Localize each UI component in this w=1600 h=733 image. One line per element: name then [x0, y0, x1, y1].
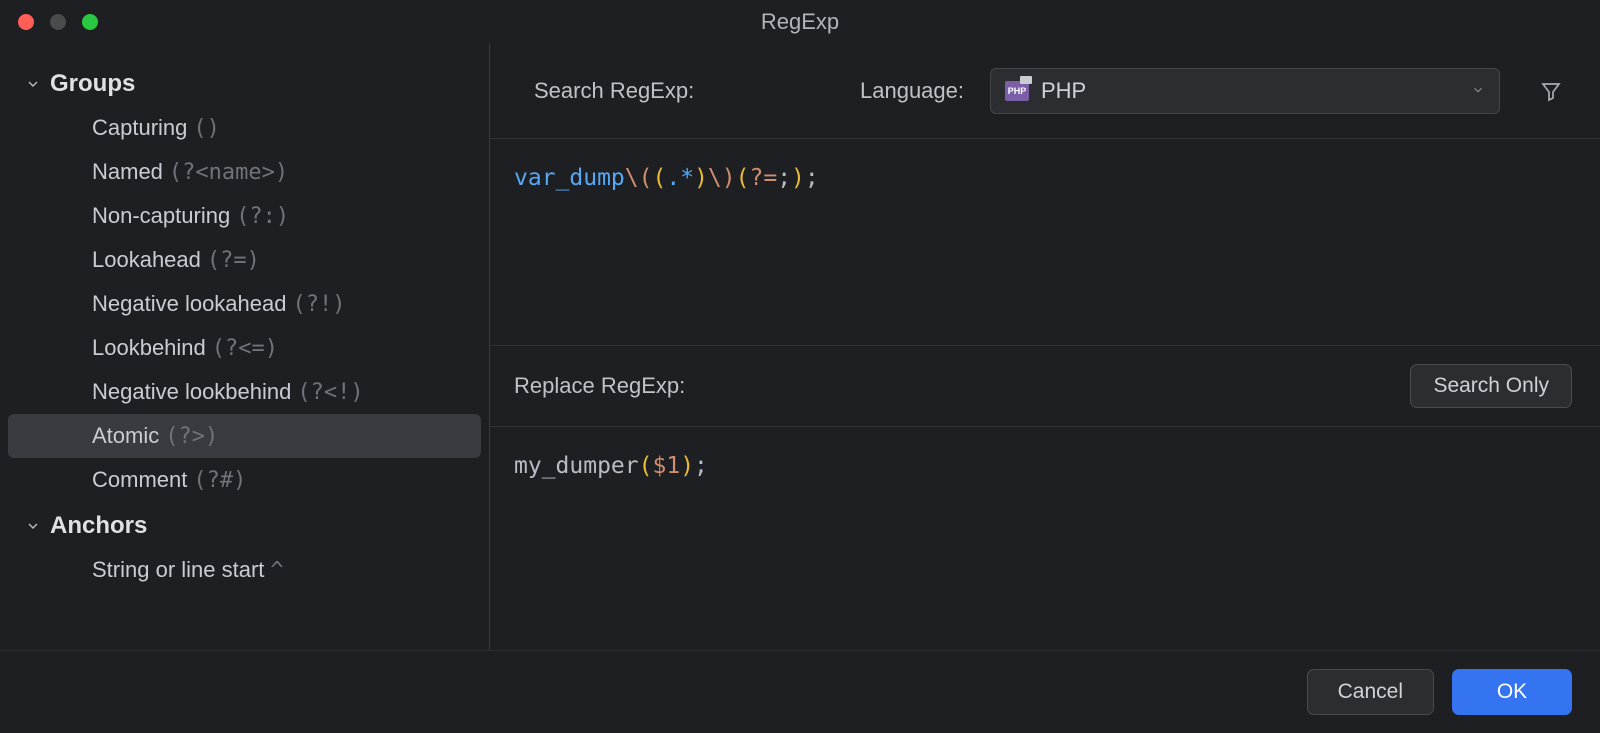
regexp-categories-sidebar[interactable]: GroupsCapturing()Named(?<name>)Non-captu…	[0, 44, 490, 650]
minimize-window-button[interactable]	[50, 14, 66, 30]
tree-item-syntax: (?=)	[207, 248, 260, 273]
chevron-down-icon	[24, 75, 42, 93]
tree-item[interactable]: Lookbehind(?<=)	[8, 326, 481, 370]
filter-button[interactable]	[1530, 70, 1572, 112]
tree-item-syntax: (?<=)	[212, 336, 278, 361]
tree-item[interactable]: String or line start^	[8, 548, 481, 592]
tree-item[interactable]: Comment(?#)	[8, 458, 481, 502]
tree-item-label: Non-capturing	[92, 203, 230, 228]
replace-regexp-label: Replace RegExp:	[514, 373, 685, 399]
tree-item[interactable]: Negative lookbehind(?<!)	[8, 370, 481, 414]
tree-item[interactable]: Atomic(?>)	[8, 414, 481, 458]
tree-group-header[interactable]: Anchors	[8, 504, 481, 548]
search-regexp-input[interactable]: var_dump\((.*)\)(?=;);	[490, 139, 1600, 345]
tree-item-label: Negative lookahead	[92, 291, 286, 316]
dialog-footer: Cancel OK	[0, 650, 1600, 733]
window-title: RegExp	[761, 9, 839, 35]
tree-item-label: Lookbehind	[92, 335, 206, 360]
tree-group-header[interactable]: Groups	[8, 62, 481, 106]
tree-item[interactable]: Lookahead(?=)	[8, 238, 481, 282]
chevron-down-icon	[24, 517, 42, 535]
close-window-button[interactable]	[18, 14, 34, 30]
php-icon: PHP	[1005, 81, 1029, 101]
tree-item-label: Lookahead	[92, 247, 201, 272]
language-value: PHP	[1041, 78, 1471, 104]
language-label: Language:	[860, 78, 964, 104]
tree-item-label: Comment	[92, 467, 187, 492]
replace-toolbar: Replace RegExp: Search Only	[490, 346, 1600, 426]
replace-regexp-input[interactable]: my_dumper($1);	[490, 427, 1600, 650]
tree-group-label: Groups	[50, 70, 135, 98]
main-panel: Search RegExp: Language: PHP PHP var_dum…	[490, 44, 1600, 650]
tree-item-syntax: (?#)	[193, 468, 246, 493]
chevron-down-icon	[1471, 80, 1485, 103]
tree-item-label: Named	[92, 159, 163, 184]
language-select[interactable]: PHP PHP	[990, 68, 1500, 114]
tree-item-label: Atomic	[92, 423, 159, 448]
dialog-content: GroupsCapturing()Named(?<name>)Non-captu…	[0, 44, 1600, 650]
tree-item-syntax: (?!)	[292, 292, 345, 317]
window-controls	[18, 14, 98, 30]
zoom-window-button[interactable]	[82, 14, 98, 30]
search-toolbar: Search RegExp: Language: PHP PHP	[490, 44, 1600, 138]
tree-item[interactable]: Non-capturing(?:)	[8, 194, 481, 238]
tree-item[interactable]: Negative lookahead(?!)	[8, 282, 481, 326]
tree-group-label: Anchors	[50, 512, 147, 540]
tree-item-label: String or line start	[92, 557, 264, 582]
tree-item-syntax: (?:)	[236, 204, 289, 229]
search-only-button[interactable]: Search Only	[1410, 364, 1572, 408]
tree-item-syntax: ^	[270, 558, 283, 583]
titlebar: RegExp	[0, 0, 1600, 44]
tree-item-label: Negative lookbehind	[92, 379, 291, 404]
tree-item-syntax: (?>)	[165, 424, 218, 449]
ok-button[interactable]: OK	[1452, 669, 1572, 715]
tree-item-label: Capturing	[92, 115, 187, 140]
cancel-button[interactable]: Cancel	[1307, 669, 1434, 715]
tree-item[interactable]: Named(?<name>)	[8, 150, 481, 194]
tree-item-syntax: (?<name>)	[169, 160, 288, 185]
search-regexp-label: Search RegExp:	[534, 78, 694, 104]
tree-item[interactable]: Capturing()	[8, 106, 481, 150]
tree-group: GroupsCapturing()Named(?<name>)Non-captu…	[8, 62, 481, 502]
tree-group: Anchors String or line start^	[8, 504, 481, 592]
tree-item-syntax: ()	[193, 116, 220, 141]
tree-item-syntax: (?<!)	[297, 380, 363, 405]
